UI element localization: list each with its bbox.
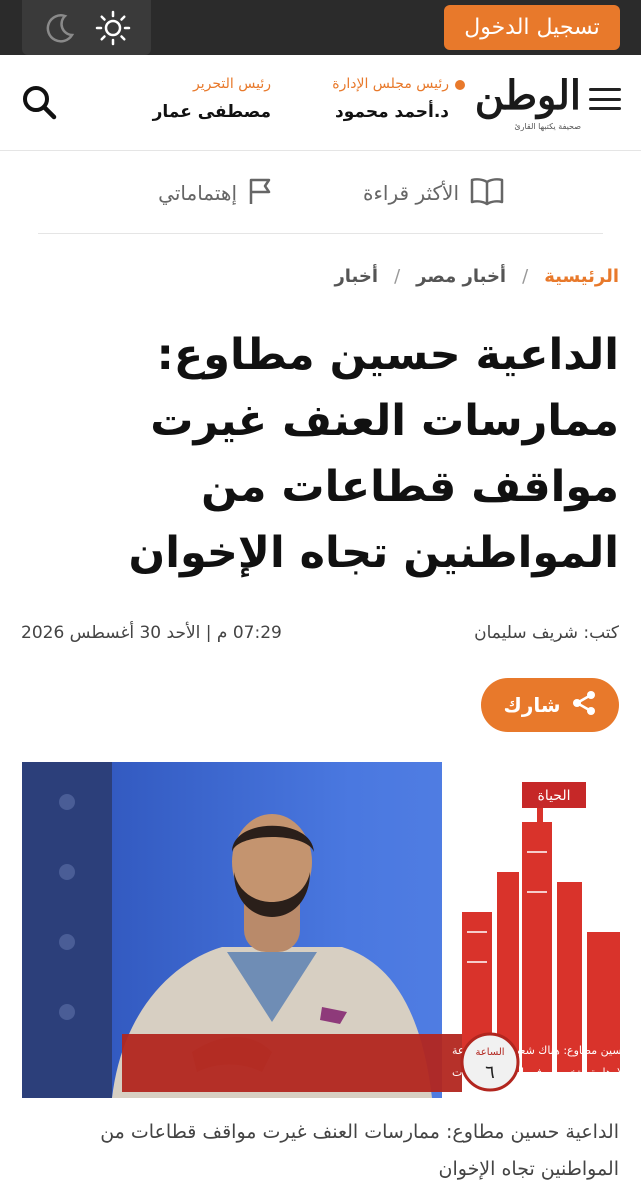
breadcrumb-separator: / (522, 265, 529, 287)
channel-hd-badge: HD (600, 796, 616, 807)
theme-toggle[interactable] (22, 0, 151, 55)
board-chair: رئيس مجلس الإدارة د.أحمد محمود (332, 73, 449, 129)
article-author: كتب: شريف سليمان (474, 623, 619, 643)
board-chair-name: د.أحمد محمود (335, 102, 449, 122)
sun-icon[interactable] (93, 8, 133, 48)
article-datetime: 07:29 م | الأحد 30 أغسطس 2026 (21, 623, 282, 643)
site-logo[interactable]: الوطن صحيفة يكتبها القارئ (451, 70, 581, 140)
most-read-link[interactable]: الأكثر قراءة (363, 177, 505, 209)
interests-label: إهتماماتي (158, 181, 237, 205)
breadcrumb-home[interactable]: الرئيسية (544, 266, 619, 287)
book-icon (469, 176, 505, 211)
clock-number: ٦ (485, 1062, 495, 1083)
breadcrumb-news[interactable]: أخبار (334, 266, 378, 287)
share-label: شارك (503, 693, 561, 717)
interests-link[interactable]: إهتماماتي (158, 177, 273, 209)
share-icon (571, 690, 597, 721)
logo-text: الوطن (474, 72, 581, 119)
search-icon[interactable] (20, 83, 58, 121)
most-read-label: الأكثر قراءة (363, 181, 459, 205)
logo-tagline: صحيفة يكتبها القارئ (514, 122, 581, 131)
sub-navigation: الأكثر قراءة إهتماماتي (38, 152, 603, 234)
breadcrumb-separator: / (394, 265, 401, 287)
flag-icon (247, 176, 273, 211)
clock-label: الساعة (475, 1047, 504, 1058)
top-bar: تسجيل الدخول (0, 0, 641, 55)
channel-logo: الحياة (537, 788, 570, 804)
breadcrumb: الرئيسية / أخبار مصر / أخبار (334, 258, 619, 294)
login-button[interactable]: تسجيل الدخول (444, 5, 620, 50)
menu-icon[interactable] (589, 85, 621, 113)
site-header: الوطن صحيفة يكتبها القارئ رئيس مجلس الإد… (0, 55, 641, 151)
editor-in-chief: رئيس التحرير مصطفى عمار (153, 73, 271, 129)
moon-icon[interactable] (40, 8, 80, 48)
board-chair-role: رئيس مجلس الإدارة (332, 76, 449, 92)
editor-name: مصطفى عمار (152, 102, 271, 122)
tv-still-illustration: الحياة HD الداعية السلفي حسين مطاوع: هنا… (22, 762, 620, 1098)
editor-role: رئيس التحرير (193, 76, 271, 92)
article-title: الداعية حسين مطاوع: ممارسات العنف غيرت م… (128, 330, 619, 578)
breadcrumb-egypt-news[interactable]: أخبار مصر (416, 266, 506, 287)
share-button[interactable]: شارك (481, 678, 619, 732)
article-image[interactable]: الحياة HD الداعية السلفي حسين مطاوع: هنا… (22, 762, 620, 1098)
image-caption: الداعية حسين مطاوع: ممارسات العنف غيرت م… (100, 1121, 619, 1180)
logo-dot (455, 80, 465, 90)
article-byline: كتب: شريف سليمان 07:29 م | الأحد 30 أغسط… (21, 616, 619, 650)
